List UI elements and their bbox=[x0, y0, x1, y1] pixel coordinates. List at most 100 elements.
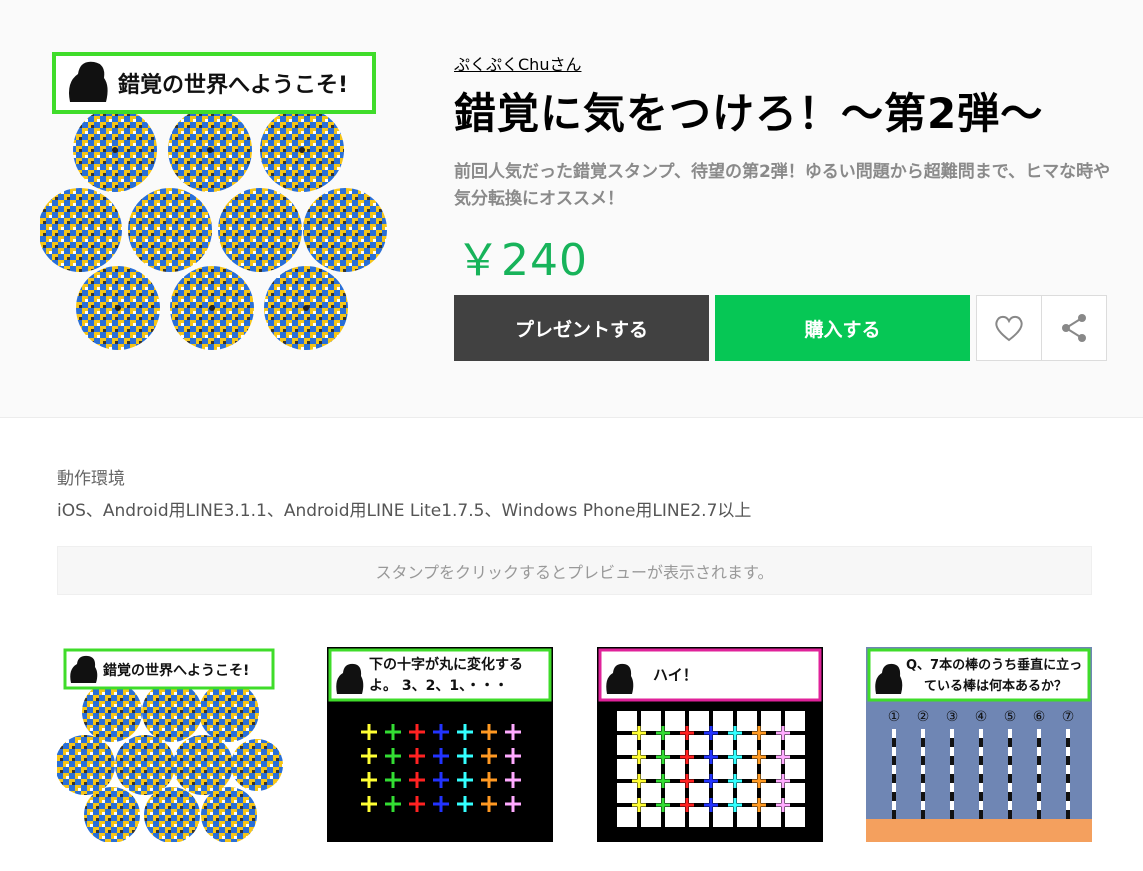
white-square bbox=[641, 759, 661, 779]
white-square bbox=[737, 807, 757, 827]
pole-segment bbox=[1008, 765, 1012, 774]
pole-number: ③ bbox=[946, 709, 959, 725]
white-square bbox=[689, 783, 709, 803]
sticker-4-caption-line1: Q、7本の棒のうち垂直に立っ bbox=[906, 657, 1082, 673]
pole-segment bbox=[950, 783, 954, 792]
product-header: 錯覚の世界へようこそ! ぷくぷくChuさん 錯覚に気をつけろ！～第2弾～ 前回人… bbox=[0, 0, 1143, 418]
pole-segment bbox=[1008, 774, 1012, 783]
pole-segment bbox=[1008, 729, 1012, 738]
white-square bbox=[761, 807, 781, 827]
pole-number: ④ bbox=[975, 709, 988, 725]
white-square bbox=[665, 759, 685, 779]
pole-segment bbox=[1008, 792, 1012, 801]
pole-number: ② bbox=[917, 709, 930, 725]
pole-number: ⑥ bbox=[1033, 709, 1046, 725]
like-button[interactable] bbox=[976, 295, 1042, 361]
white-square bbox=[665, 711, 685, 731]
sticker-1[interactable]: 錯覚の世界へようこそ! bbox=[57, 647, 283, 842]
environment-text: iOS、Android用LINE3.1.1、Android用LINE Lite1… bbox=[57, 501, 752, 521]
pole-segment bbox=[1008, 783, 1012, 792]
pole-segment bbox=[979, 783, 983, 792]
pole-segment bbox=[1066, 810, 1070, 819]
sticker-2-caption-line1: 下の十字が丸に変化する bbox=[369, 656, 523, 673]
pole-segment bbox=[950, 747, 954, 756]
pole-segment bbox=[1008, 801, 1012, 810]
white-square bbox=[689, 759, 709, 779]
white-square bbox=[641, 807, 661, 827]
environment-label: 動作環境 bbox=[57, 469, 125, 489]
pole-segment bbox=[1066, 783, 1070, 792]
pole-segment bbox=[1037, 801, 1041, 810]
share-icon bbox=[1062, 314, 1086, 342]
pole-segment bbox=[950, 774, 954, 783]
pole-segment bbox=[892, 756, 896, 765]
pole-segment bbox=[1066, 765, 1070, 774]
white-square bbox=[785, 759, 805, 779]
pole-segment bbox=[921, 738, 925, 747]
sticker-4[interactable]: Q、7本の棒のうち垂直に立っ ている棒は何本あるか？ ①②③④⑤⑥⑦ bbox=[866, 647, 1092, 842]
white-square bbox=[761, 783, 781, 803]
white-square bbox=[617, 807, 637, 827]
pole-segment bbox=[1066, 801, 1070, 810]
pole-segment bbox=[1066, 756, 1070, 765]
pole-segment bbox=[921, 756, 925, 765]
white-square bbox=[641, 783, 661, 803]
white-square bbox=[713, 759, 733, 779]
pole-segment bbox=[1037, 756, 1041, 765]
white-square bbox=[737, 783, 757, 803]
pole-segment bbox=[1066, 729, 1070, 738]
preview-hint: スタンプをクリックするとプレビューが表示されます。 bbox=[57, 546, 1092, 595]
sticker-4-caption-line2: ている棒は何本あるか？ bbox=[924, 678, 1067, 694]
pole-segment bbox=[1008, 738, 1012, 747]
pole-segment bbox=[892, 792, 896, 801]
pole-segment bbox=[892, 747, 896, 756]
white-square bbox=[761, 735, 781, 755]
product-price: ￥240 bbox=[456, 235, 588, 286]
white-square bbox=[689, 711, 709, 731]
pole-segment bbox=[979, 756, 983, 765]
white-square bbox=[713, 783, 733, 803]
pole-segment bbox=[950, 729, 954, 738]
pole-segment bbox=[1008, 756, 1012, 765]
pole-segment bbox=[892, 774, 896, 783]
pole-segment bbox=[1037, 783, 1041, 792]
white-square bbox=[713, 807, 733, 827]
pole-segment bbox=[1066, 792, 1070, 801]
pole-segment bbox=[921, 792, 925, 801]
author-link[interactable]: ぷくぷくChuさん bbox=[454, 51, 581, 75]
white-square bbox=[617, 735, 637, 755]
share-button[interactable] bbox=[1041, 295, 1107, 361]
pole-segment bbox=[1037, 738, 1041, 747]
white-square bbox=[689, 735, 709, 755]
white-square bbox=[761, 711, 781, 731]
pole-segment bbox=[979, 747, 983, 756]
pole-segment bbox=[921, 765, 925, 774]
main-image-caption: 錯覚の世界へようこそ! bbox=[118, 72, 348, 98]
pole-segment bbox=[892, 810, 896, 819]
pole-number: ⑤ bbox=[1004, 709, 1017, 725]
white-square bbox=[761, 759, 781, 779]
pole-segment bbox=[950, 792, 954, 801]
sticker-2[interactable]: 下の十字が丸に変化する よ。 3、2、1、・・・ bbox=[327, 647, 553, 842]
pole-number: ⑦ bbox=[1062, 709, 1075, 725]
pole-segment bbox=[921, 783, 925, 792]
pole-segment bbox=[892, 765, 896, 774]
pole-segment bbox=[1008, 810, 1012, 819]
buy-button[interactable]: 購入する bbox=[715, 295, 970, 361]
pole-segment bbox=[921, 729, 925, 738]
sticker-3[interactable]: ハイ！ bbox=[597, 647, 823, 842]
white-square bbox=[713, 735, 733, 755]
pole-segment bbox=[1008, 747, 1012, 756]
pole-segment bbox=[950, 765, 954, 774]
pole-segment bbox=[979, 738, 983, 747]
present-button[interactable]: プレゼントする bbox=[454, 295, 709, 361]
pole-segment bbox=[921, 801, 925, 810]
pole-segment bbox=[892, 783, 896, 792]
pole-segment bbox=[1037, 765, 1041, 774]
white-square bbox=[713, 711, 733, 731]
main-sticker-image: 錯覚の世界へようこそ! bbox=[40, 52, 387, 350]
white-square bbox=[617, 711, 637, 731]
pole-segment bbox=[1037, 810, 1041, 819]
pole-segment bbox=[1037, 729, 1041, 738]
product-title: 錯覚に気をつけろ！～第2弾～ bbox=[454, 89, 1044, 138]
